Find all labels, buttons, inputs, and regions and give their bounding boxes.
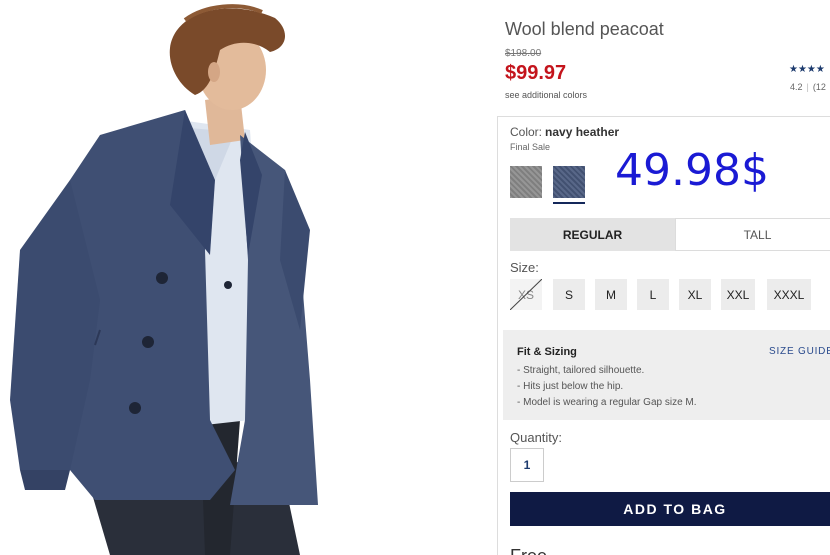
tab-regular[interactable]: REGULAR — [510, 218, 675, 251]
color-label-text: Color: — [510, 125, 543, 139]
list-item: - Hits just below the hip. — [517, 381, 624, 392]
quantity-input[interactable]: 1 — [510, 448, 544, 482]
product-photo[interactable] — [0, 0, 330, 555]
color-swatch-grey[interactable] — [510, 166, 542, 198]
size-option-xxl[interactable]: XXL — [721, 279, 755, 310]
size-option-m[interactable]: M — [595, 279, 627, 310]
rating-stars[interactable]: ★★★★ — [789, 64, 825, 75]
list-item: - Model is wearing a regular Gap size M. — [517, 397, 697, 408]
color-swatch-navy-heather[interactable] — [553, 166, 585, 198]
selected-color-name: navy heather — [545, 125, 620, 139]
fit-type-tabs: REGULAR TALL — [510, 218, 830, 251]
fit-details-list: - Straight, tailored silhouette. - Hits … — [517, 363, 697, 411]
rating-value: 4.2 — [790, 82, 803, 92]
truncated-heading-text: Free ... — [510, 546, 830, 555]
size-option-s[interactable]: S — [553, 279, 585, 310]
fit-sizing-heading: Fit & Sizing — [517, 346, 577, 358]
model-wearing-peacoat-image — [10, 4, 318, 555]
review-count: (12 — [812, 82, 826, 92]
size-option-xs[interactable]: XS — [510, 279, 542, 310]
size-label: Size: — [510, 260, 539, 275]
size-option-xxxl[interactable]: XXXL — [767, 279, 811, 310]
product-title: Wool blend peacoat — [505, 19, 664, 39]
rating-summary[interactable]: 4.2 | (12 — [790, 82, 826, 92]
quantity-label: Quantity: — [510, 430, 563, 445]
unavailable-slash-icon — [510, 279, 542, 310]
final-sale-note: Final Sale — [510, 142, 551, 152]
size-option-l[interactable]: L — [637, 279, 669, 310]
sale-price: $99.97 — [505, 62, 567, 84]
selected-swatch-indicator — [553, 202, 585, 204]
rating-separator: | — [806, 82, 809, 92]
add-to-bag-button[interactable]: ADD TO BAG — [510, 492, 830, 526]
list-item: - Straight, tailored silhouette. — [517, 365, 645, 376]
size-option-xl[interactable]: XL — [679, 279, 711, 310]
color-label: Color: navy heather — [510, 125, 619, 139]
see-additional-colors-link[interactable]: see additional colors — [505, 90, 587, 100]
overlay-price-annotation: 49.98$ — [615, 145, 769, 196]
tab-tall[interactable]: TALL — [675, 218, 830, 251]
truncated-section-heading: Free ... — [510, 540, 830, 555]
size-guide-link[interactable]: SIZE GUIDE — [769, 346, 830, 357]
original-price: $198.00 — [505, 48, 542, 59]
